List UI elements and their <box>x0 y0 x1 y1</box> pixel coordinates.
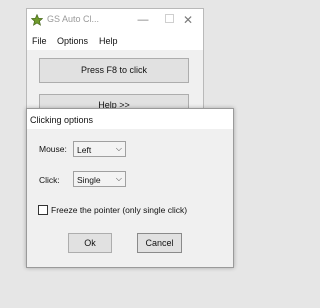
maximize-button[interactable] <box>160 12 178 28</box>
minimize-button[interactable]: — <box>134 12 152 28</box>
menu-options[interactable]: Options <box>57 36 88 46</box>
click-select-value: Single <box>77 175 101 185</box>
mouse-button-select[interactable]: Left ⌵ <box>73 141 126 157</box>
star-icon <box>30 13 44 26</box>
freeze-pointer-checkbox[interactable] <box>38 205 48 215</box>
clicking-options-dialog: Clicking options Mouse: Left ⌵ Click: Si… <box>26 108 234 268</box>
click-type-select[interactable]: Single ⌵ <box>73 171 126 187</box>
window-title: GS Auto Cl... <box>47 14 100 24</box>
click-label: Click: <box>39 175 60 185</box>
main-titlebar[interactable]: GS Auto Cl... — ✕ <box>27 9 203 33</box>
cancel-button[interactable]: Cancel <box>137 233 182 253</box>
dialog-title: Clicking options <box>30 115 94 125</box>
freeze-pointer-label[interactable]: Freeze the pointer (only single click) <box>51 205 187 215</box>
mouse-select-value: Left <box>77 145 92 155</box>
close-button[interactable]: ✕ <box>179 12 197 28</box>
ok-button[interactable]: Ok <box>68 233 112 253</box>
maximize-icon <box>164 14 174 23</box>
menu-file[interactable]: File <box>32 36 47 46</box>
menu-bar: File Options Help <box>27 33 203 50</box>
press-f8-button[interactable]: Press F8 to click <box>39 58 189 83</box>
chevron-down-icon: ⌵ <box>115 174 122 183</box>
mouse-label: Mouse: <box>39 144 67 154</box>
menu-help[interactable]: Help <box>99 36 118 46</box>
chevron-down-icon: ⌵ <box>115 144 122 153</box>
dialog-titlebar[interactable]: Clicking options <box>27 109 233 129</box>
